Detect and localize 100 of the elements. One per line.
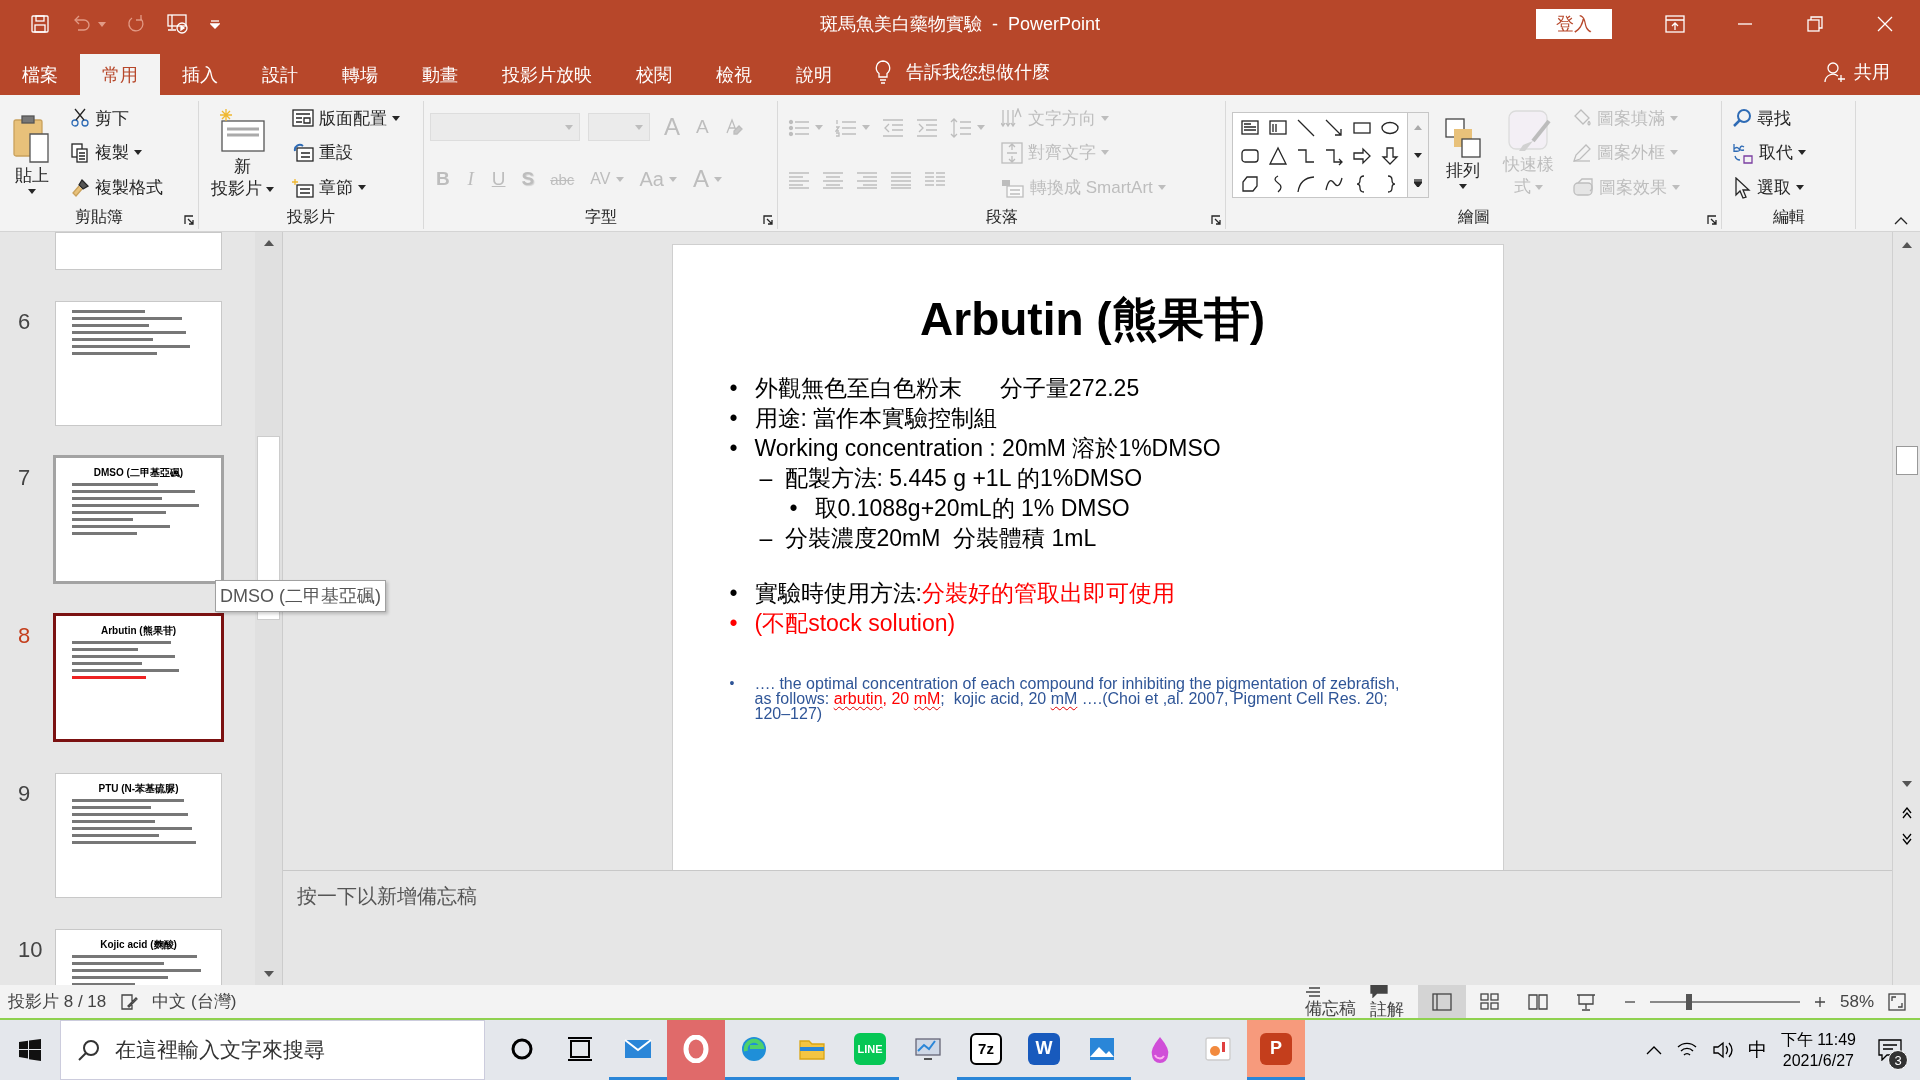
- elbow-arrow-icon[interactable]: [1324, 146, 1344, 166]
- up-arrow-icon: [1414, 124, 1422, 130]
- presenter-icon: [166, 13, 190, 35]
- taskbar-app-button[interactable]: 7z: [957, 1020, 1015, 1080]
- previous-slide-icon[interactable]: [1901, 807, 1912, 819]
- ribbon-tab[interactable]: 插入: [160, 54, 240, 95]
- ribbon-button[interactable]: 排列: [1437, 115, 1489, 191]
- vertical-text-box-icon[interactable]: [1268, 118, 1288, 138]
- ribbon-button[interactable]: 重設: [288, 140, 357, 166]
- section-icon: [292, 177, 314, 198]
- arc-icon[interactable]: [1296, 174, 1316, 194]
- connector-icon[interactable]: [1296, 146, 1316, 166]
- numbering-icon: [835, 118, 857, 137]
- slideshow-icon: [1575, 992, 1596, 1011]
- ring-icon: [682, 1034, 710, 1063]
- dialog-launcher-icon[interactable]: [1211, 215, 1221, 225]
- slide-thumbnail[interactable]: [55, 232, 222, 270]
- ribbon-tab[interactable]: 轉場: [320, 54, 400, 95]
- ribbon-button[interactable]: 複製: [66, 140, 146, 166]
- ribbon-button[interactable]: 新 投影片: [205, 104, 280, 202]
- ribbon-button[interactable]: 貼上: [6, 110, 58, 196]
- slide-thumbnail[interactable]: [55, 301, 222, 426]
- tell-me-search[interactable]: 告訴我您想做什麼: [906, 59, 1050, 84]
- search-field[interactable]: 在這裡輸入文字來搜尋: [60, 1020, 485, 1080]
- scroll-down-icon[interactable]: [1901, 781, 1912, 787]
- slide-thumbnail[interactable]: Kojic acid (麴酸): [55, 929, 222, 985]
- ribbon-display-icon[interactable]: [1665, 15, 1685, 33]
- shapes-gallery[interactable]: [1232, 112, 1429, 198]
- scrollbar-thumb[interactable]: [1895, 446, 1918, 475]
- dialog-launcher-icon[interactable]: [184, 215, 194, 225]
- caret-icon: [565, 124, 573, 130]
- ribbon-tab[interactable]: 投影片放映: [480, 54, 614, 95]
- caret-icon: [1670, 115, 1678, 121]
- dialog-launcher-icon[interactable]: [763, 215, 773, 225]
- language-indicator[interactable]: 中文 (台灣): [152, 990, 237, 1013]
- slider-thumb[interactable]: [1685, 993, 1692, 1010]
- windows-logo-icon[interactable]: [19, 1039, 41, 1061]
- bullets-icon: [788, 118, 810, 137]
- ribbon-button[interactable]: 章節: [288, 175, 370, 201]
- ribbon-tab[interactable]: 檢視: [694, 54, 774, 95]
- task-view-icon: [566, 1034, 594, 1063]
- input-method-indicator[interactable]: 中: [1747, 1037, 1767, 1063]
- chevron-up-icon[interactable]: [1645, 1045, 1662, 1055]
- ribbon-tab[interactable]: 檔案: [0, 54, 80, 95]
- ribbon-tab[interactable]: 動畫: [400, 54, 480, 95]
- collapse-ribbon-icon[interactable]: [1894, 217, 1908, 225]
- freeform-icon[interactable]: [1240, 174, 1260, 194]
- clock[interactable]: 下午 11:49 2021/6/27: [1780, 1029, 1856, 1071]
- bullet-marker: •: [728, 404, 739, 433]
- scroll-up-icon[interactable]: [1901, 242, 1912, 248]
- fit-slide-icon[interactable]: [1888, 992, 1906, 1011]
- ribbon-button[interactable]: 剪下: [66, 105, 133, 131]
- notes-button[interactable]: 備忘稿: [1304, 983, 1356, 1020]
- text-box-icon[interactable]: [1240, 118, 1260, 138]
- clipboard-icon: [12, 112, 52, 165]
- bullet-marker: –: [758, 464, 774, 493]
- zoom-level[interactable]: 58%: [1839, 991, 1874, 1012]
- zoom-in-icon[interactable]: [1813, 995, 1826, 1008]
- notes-field[interactable]: 按一下以新增備忘稿: [297, 885, 477, 907]
- right-arrow-icon[interactable]: [1352, 146, 1372, 166]
- rounded-rectangle-icon[interactable]: [1240, 146, 1260, 166]
- speaker-icon[interactable]: [1711, 1041, 1734, 1059]
- arrow-icon[interactable]: [1324, 118, 1344, 138]
- restore-icon[interactable]: [1807, 16, 1823, 32]
- scroll-up-icon[interactable]: [263, 240, 274, 246]
- caret-icon: [615, 176, 624, 182]
- ribbon-button[interactable]: 尋找: [1728, 105, 1795, 131]
- caret-icon: [635, 124, 643, 130]
- bullet-marker: •: [728, 676, 736, 691]
- ribbon-button[interactable]: 取代: [1728, 140, 1810, 166]
- bullet-marker: •: [728, 609, 739, 638]
- dialog-launcher-icon[interactable]: [1707, 215, 1717, 225]
- ribbon-tab[interactable]: 設計: [240, 54, 320, 95]
- align-left-icon: [788, 170, 810, 189]
- share-button[interactable]: 共用: [1854, 59, 1890, 84]
- triangle-icon[interactable]: [1268, 146, 1288, 166]
- close-icon[interactable]: [1877, 16, 1893, 32]
- thumbnail-title: Kojic acid (麴酸): [100, 938, 177, 952]
- slide-thumbnail[interactable]: DMSO (二甲基亞碸): [53, 455, 224, 584]
- ribbon-button[interactable]: 複製格式: [66, 175, 167, 201]
- line-icon[interactable]: [1296, 118, 1316, 138]
- view-button[interactable]: [1417, 985, 1466, 1018]
- slide-thumbnail[interactable]: Arbutin (熊果苷): [53, 613, 224, 742]
- next-slide-icon[interactable]: [1901, 833, 1912, 845]
- ribbon-tab[interactable]: 校閱: [614, 54, 694, 95]
- slide-number: 7: [17, 465, 32, 491]
- slide-thumbnail[interactable]: PTU (N-苯基硫脲): [55, 773, 222, 898]
- ribbon-button[interactable]: 版面配置: [288, 105, 404, 131]
- taskbar-app-button[interactable]: W: [1015, 1020, 1073, 1080]
- ribbon-tab[interactable]: 說明: [774, 54, 854, 95]
- ribbon-button[interactable]: 選取: [1728, 175, 1808, 201]
- search-icon: [1732, 108, 1752, 129]
- bullet-text: 外觀無色至白色粉末 分子量272.25: [754, 374, 1140, 403]
- ribbon-tab[interactable]: 常用: [80, 54, 160, 95]
- taskbar-app-button[interactable]: P: [1247, 1020, 1305, 1080]
- slide-number: 8: [17, 623, 32, 649]
- sign-in-button[interactable]: 登入: [1536, 9, 1612, 39]
- window-title: 斑馬魚美白藥物實驗 - PowerPoint: [819, 14, 1100, 34]
- scroll-down-icon[interactable]: [263, 971, 274, 977]
- down-arrow-icon[interactable]: [1380, 146, 1400, 166]
